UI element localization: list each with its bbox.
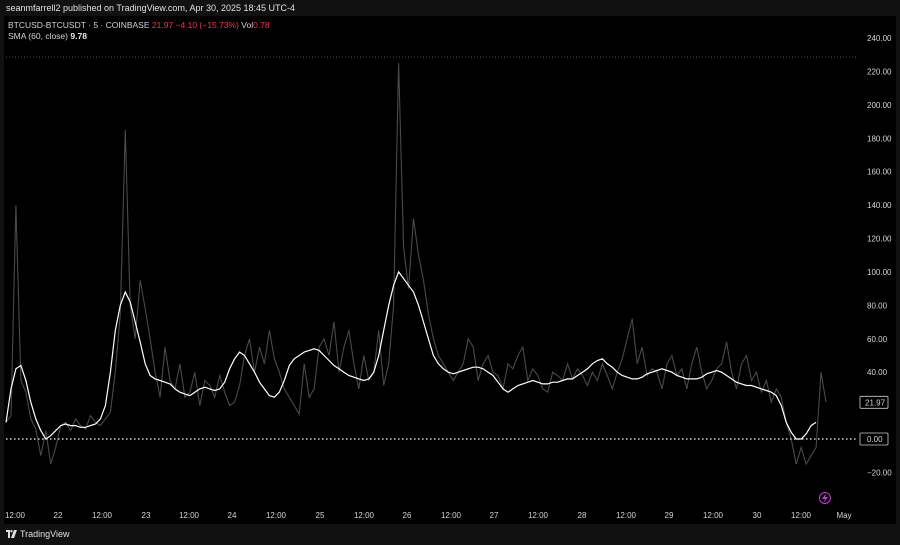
- x-tick-label: 12:00: [354, 511, 375, 520]
- tradingview-logo[interactable]: TradingView: [6, 529, 70, 539]
- x-tick-label: 23: [142, 511, 151, 520]
- x-tick-label: 26: [403, 511, 412, 520]
- y-tick-label: 240.00: [867, 34, 892, 43]
- x-tick-label: May: [836, 511, 851, 520]
- price-series-line: [5, 63, 827, 466]
- vol-label: Vol: [241, 20, 254, 30]
- x-tick-label: 24: [228, 511, 237, 520]
- y-tick-label: 80.00: [867, 301, 888, 310]
- x-tick-label: 12:00: [179, 511, 200, 520]
- x-tick-label: 28: [578, 511, 587, 520]
- change-value: −4.10 (−15.73%): [175, 20, 239, 30]
- symbol-name[interactable]: BTCUSD-BTCUSDT · 5 · COINBASE: [8, 20, 150, 30]
- x-tick-label: 12:00: [528, 511, 549, 520]
- chart-svg[interactable]: 240.00220.00200.00180.00160.00140.00120.…: [0, 0, 900, 545]
- x-tick-label: 12:00: [616, 511, 637, 520]
- lightning-icon: [819, 492, 831, 504]
- footer-bar: [0, 526, 900, 545]
- y-tick-label: 40.00: [867, 368, 888, 377]
- x-tick-label: 30: [753, 511, 762, 520]
- y-tick-label: 180.00: [867, 134, 892, 143]
- sma-value: 9.78: [70, 31, 87, 41]
- y-tick-label: 100.00: [867, 268, 892, 277]
- lightning-icon-bolt: [822, 493, 828, 503]
- sma-legend[interactable]: SMA (60, close) 9.78: [8, 31, 87, 41]
- logo-text: TradingView: [20, 529, 70, 539]
- x-tick-label: 27: [490, 511, 499, 520]
- x-tick-label: 12:00: [441, 511, 462, 520]
- x-tick-label: 25: [316, 511, 325, 520]
- x-tick-label: 29: [665, 511, 674, 520]
- y-tick-label: 60.00: [867, 335, 888, 344]
- x-tick-label: 12:00: [703, 511, 724, 520]
- y-tick-label: −20.00: [867, 468, 892, 477]
- last-price-label: 21.97: [865, 398, 886, 407]
- sma-label[interactable]: SMA (60, close): [8, 31, 68, 41]
- x-tick-label: 12:00: [92, 511, 113, 520]
- last-value: 21.97: [151, 20, 174, 30]
- x-tick-label: 12:00: [5, 511, 26, 520]
- symbol-legend[interactable]: BTCUSD-BTCUSDT · 5 · COINBASE 21.97 −4.1…: [8, 20, 270, 30]
- y-tick-label: 160.00: [867, 168, 892, 177]
- x-tick-label: 12:00: [266, 511, 287, 520]
- y-tick-label: 120.00: [867, 235, 892, 244]
- y-tick-label: 140.00: [867, 201, 892, 210]
- x-tick-label: 22: [54, 511, 63, 520]
- tradingview-logo-icon: [6, 530, 17, 538]
- y-tick-label: 220.00: [867, 67, 892, 76]
- zero-label: 0.00: [867, 435, 883, 444]
- vol-value: 0.78: [253, 20, 270, 30]
- x-tick-label: 12:00: [791, 511, 812, 520]
- y-tick-label: 200.00: [867, 101, 892, 110]
